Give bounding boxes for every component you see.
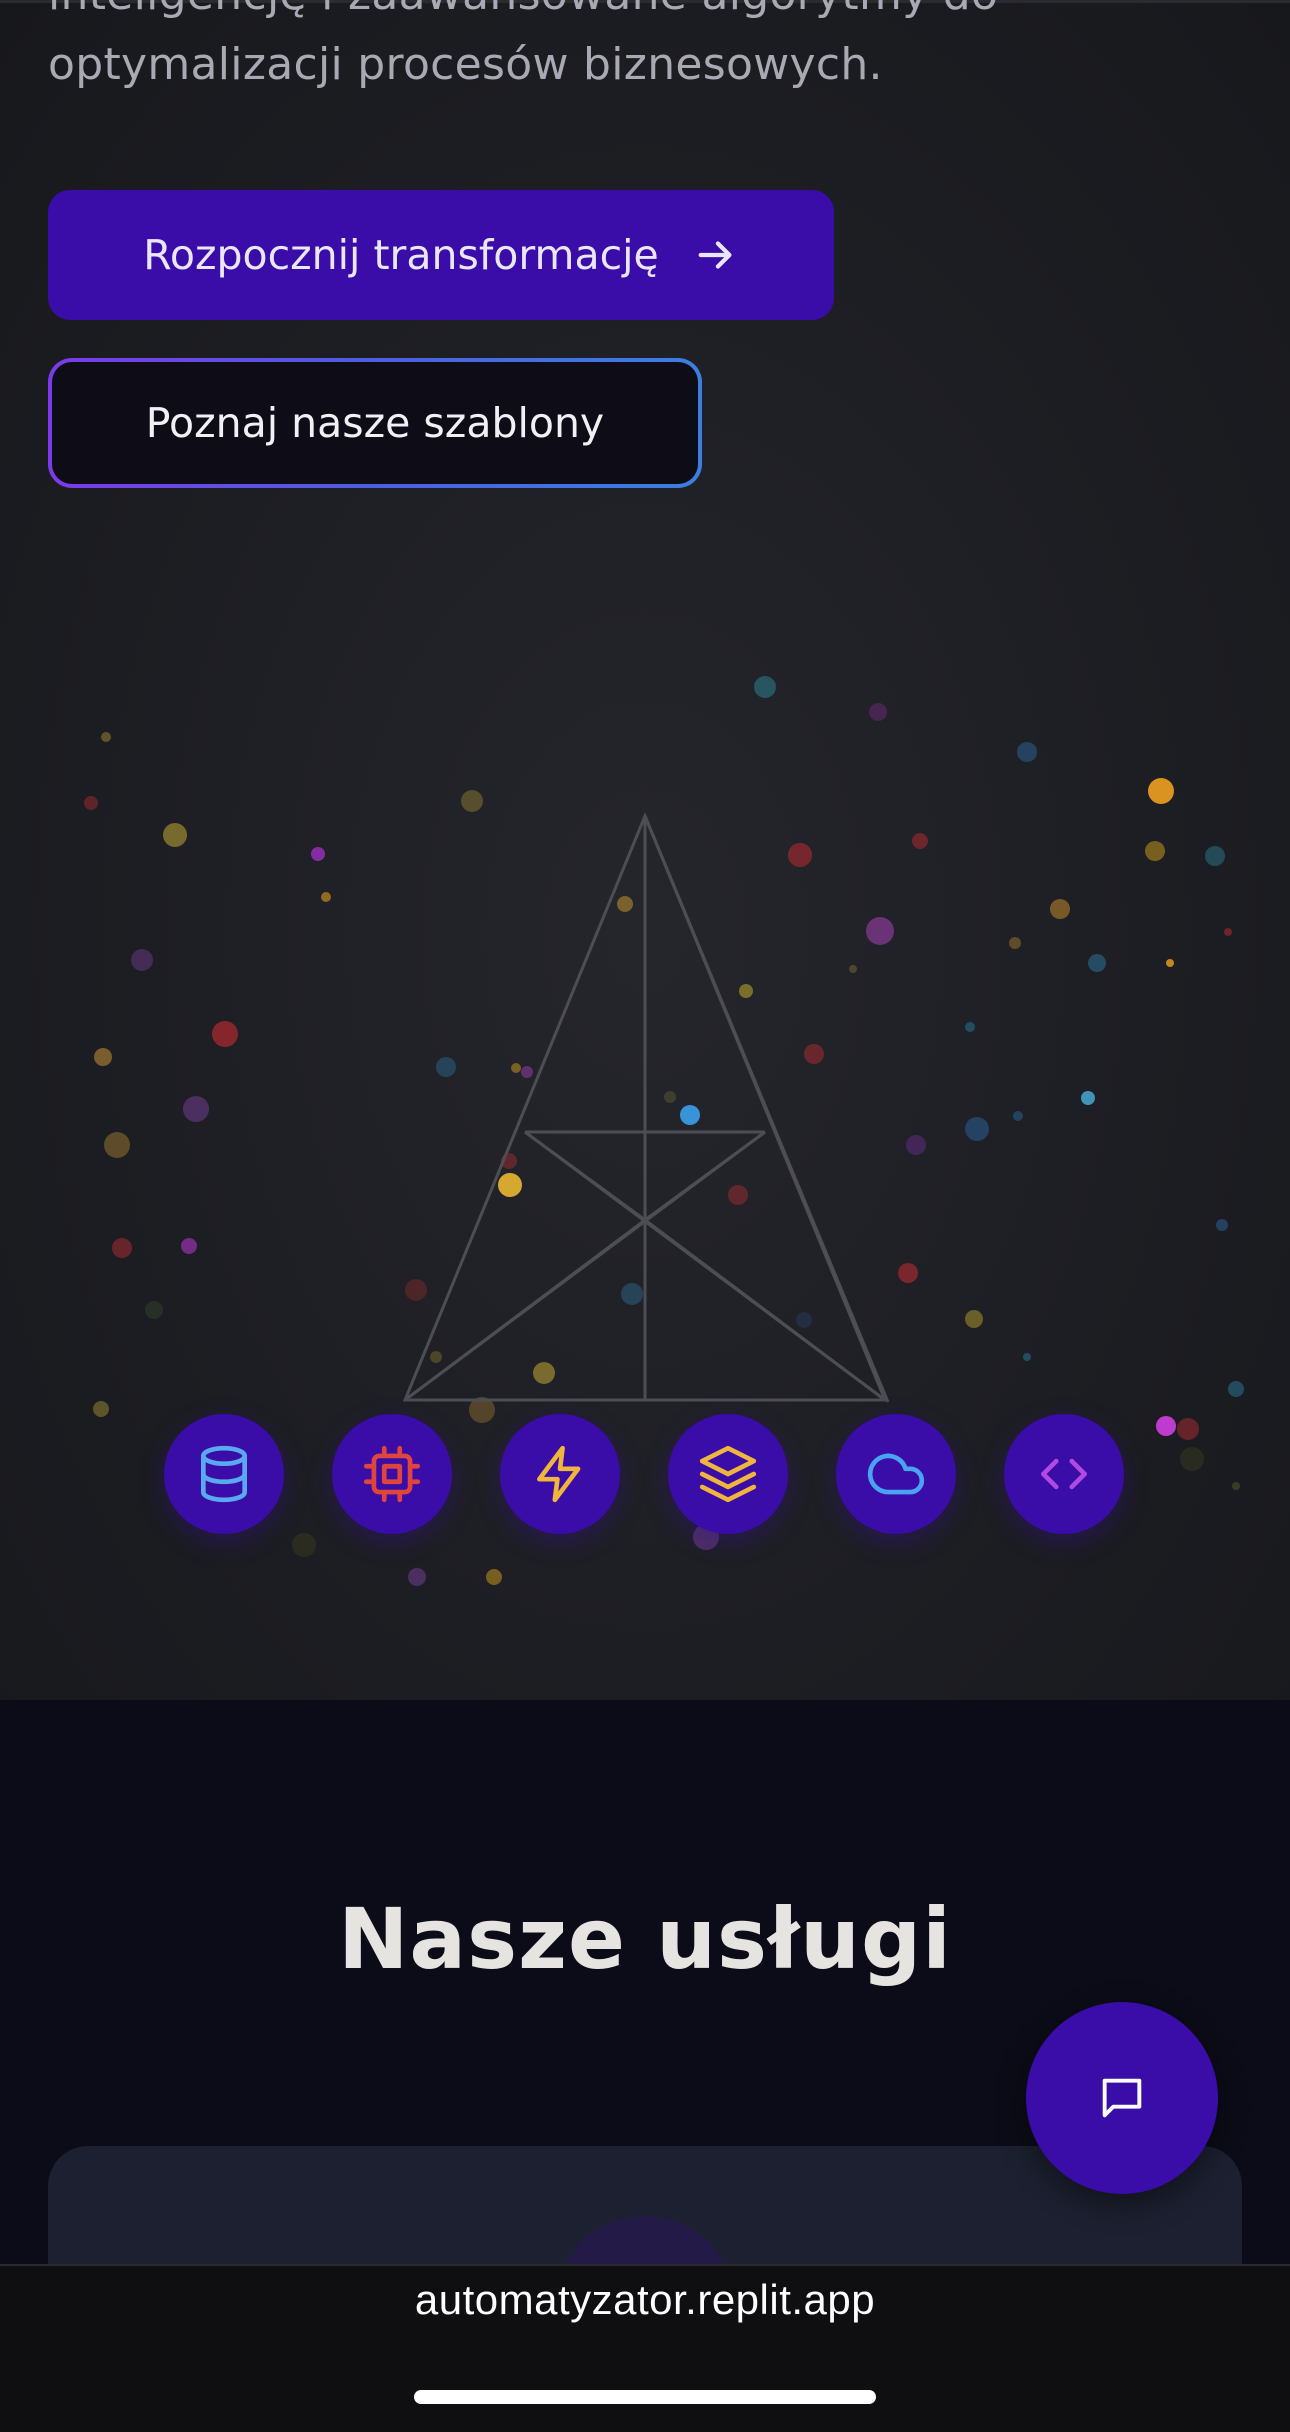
cpu-icon-badge[interactable] <box>332 1414 452 1534</box>
lightning-icon-badge[interactable] <box>500 1414 620 1534</box>
chat-button[interactable] <box>1026 2002 1218 2194</box>
code-icon <box>1041 1458 1087 1490</box>
hero-description-line-1: inteligencję i zaawansowane algorytmy do <box>48 0 1198 30</box>
templates-button-inner[interactable]: Poznaj nasze szablony <box>52 362 698 484</box>
hero-description: inteligencję i zaawansowane algorytmy do… <box>48 0 1198 100</box>
chat-bubble-icon <box>1102 2078 1142 2118</box>
layers-icon-badge[interactable] <box>668 1414 788 1534</box>
start-transformation-label: Rozpocznij transformację <box>143 231 659 279</box>
hero-description-line-2: optymalizacji procesów biznesowych. <box>48 39 883 90</box>
tech-icon-row <box>164 1414 1124 1534</box>
pyramid-wireframe <box>402 812 890 1403</box>
cloud-icon <box>867 1453 925 1495</box>
layers-icon <box>699 1445 757 1503</box>
cloud-icon-badge[interactable] <box>836 1414 956 1534</box>
browser-url[interactable]: automatyzator.replit.app <box>0 2276 1290 2324</box>
code-icon-badge[interactable] <box>1004 1414 1124 1534</box>
services-title: Nasze usługi <box>338 1890 952 1988</box>
database-icon <box>201 1445 247 1503</box>
templates-button-label: Poznaj nasze szablony <box>145 399 605 447</box>
home-indicator[interactable] <box>414 2390 876 2404</box>
cpu-icon <box>363 1445 421 1503</box>
lightning-icon <box>537 1445 581 1503</box>
database-icon-badge[interactable] <box>164 1414 284 1534</box>
start-transformation-button[interactable]: Rozpocznij transformację <box>48 190 834 320</box>
templates-button[interactable]: Poznaj nasze szablony <box>48 358 702 488</box>
arrow-right-icon <box>698 241 732 269</box>
